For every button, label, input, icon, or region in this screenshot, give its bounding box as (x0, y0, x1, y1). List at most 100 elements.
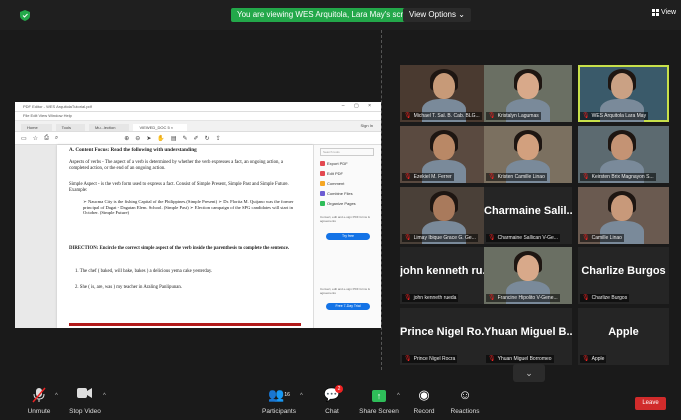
star-icon[interactable]: ☆ (33, 135, 38, 142)
participant-tile[interactable]: john kenneth ru... 🎙 john kenneth rueda (400, 247, 488, 304)
participant-name: Prince Nigel Rocra (413, 356, 456, 362)
reactions-button[interactable]: ☺ Reactions (440, 387, 490, 415)
combine-icon (320, 191, 325, 196)
leave-button[interactable]: Leave (635, 397, 666, 410)
participants-caret-icon[interactable]: ^ (300, 393, 303, 399)
participant-tile[interactable]: 🎙 WES Arquitola Lara May (578, 65, 669, 122)
export-pdf-icon (320, 161, 325, 166)
participant-face (517, 134, 539, 160)
participant-tile[interactable]: Yhuan Miguel B... 🎙 Yhuan Miguel Borromeo (484, 308, 572, 365)
participant-name-label: 🎙 Francine Hipolito V-Gene... (486, 294, 560, 302)
participant-display-name: Prince Nigel Ro... (400, 326, 488, 338)
audio-caret-icon[interactable]: ^ (55, 393, 58, 399)
participant-name: WES Arquitola Lara May (591, 113, 647, 119)
participant-tile[interactable]: 🎙 Limay Ibique Grace G. Ge... (400, 187, 488, 244)
print-icon[interactable]: ⎙ (44, 135, 49, 142)
doc-tab-home[interactable]: Home (21, 124, 52, 131)
participant-tile[interactable]: 🎙 Kristalyn Lagumas (484, 65, 572, 122)
tool-edit-pdf[interactable]: Edit PDF (320, 171, 343, 176)
organize-icon (320, 201, 325, 206)
highlight-icon[interactable]: ✐ (194, 135, 199, 142)
view-options-button[interactable]: View Options ⌄ (403, 8, 471, 22)
mic-muted-icon: 🎙 (582, 113, 590, 119)
participant-tile[interactable]: Apple 🎙 Apple (578, 308, 669, 365)
sign-in-link[interactable]: Sign In (361, 123, 373, 128)
mic-muted-icon: 🎙 (404, 235, 412, 241)
participant-tile[interactable]: 🎙 Ezekiel M. Ferrer (400, 126, 488, 183)
participant-name-label: 🎙 Kristalyn Lagumas (486, 112, 541, 120)
scroll-down-button[interactable]: ⌄ (513, 364, 545, 382)
participant-name: Charlize Burgos (591, 295, 628, 301)
doc-tab-file[interactable]: Mu...lection (89, 124, 130, 131)
promo-text-2: Convert, edit and e-sign PDF forms & agr… (320, 287, 370, 295)
page-up-icon[interactable]: ⊕ (124, 135, 129, 142)
participant-tile[interactable]: Charmaine Salil... 🎙 Charmaine Sallican V-… (484, 187, 572, 244)
share-screen-button[interactable]: ↑ Share Screen (354, 387, 404, 415)
mic-muted-icon: 🎙 (404, 295, 412, 301)
mic-muted-icon: 🎙 (404, 356, 412, 362)
top-bar: You are viewing WES Arquitola, Lara May'… (0, 0, 681, 30)
reactions-icon: ☺ (458, 387, 472, 402)
free-trial-button[interactable]: Free 7-Day Trial (326, 303, 370, 310)
participant-tile[interactable]: 🎙 Keirsten Brix Magnayon S... (578, 126, 669, 183)
tool-comment[interactable]: Comment (320, 181, 344, 186)
participant-name: Camille Linao (591, 235, 622, 241)
tools-search-input[interactable]: Search tools (320, 148, 374, 156)
participant-tile[interactable]: 🎙 Camille Linao (578, 187, 669, 244)
video-caret-icon[interactable]: ^ (103, 393, 106, 399)
pen-icon[interactable]: ✎ (183, 135, 188, 142)
participant-name: Michael T. Sal. B. Cab. BLG... (413, 113, 480, 119)
chat-button[interactable]: 💬 2 Chat (307, 385, 357, 415)
participant-name-label: 🎙 Michael T. Sal. B. Cab. BLG... (402, 112, 482, 120)
panel-splitter[interactable] (381, 30, 385, 370)
rotate-icon[interactable]: ↻ (205, 135, 210, 142)
page-down-icon[interactable]: ⊖ (135, 135, 140, 142)
cursor-icon[interactable]: ➤ (146, 135, 151, 142)
participant-name-label: 🎙 Apple (580, 355, 607, 363)
participant-name: john kenneth rueda (413, 295, 457, 301)
tool-export-pdf[interactable]: Export PDF (320, 161, 348, 166)
doc-viewport[interactable]: A. Content Focus: Read the following wit… (15, 145, 381, 328)
grid-view-icon (652, 9, 659, 16)
participant-face (517, 73, 539, 99)
section-heading: A. Content Focus: Read the following wit… (69, 147, 197, 153)
doc-toolbar: ▭ ☆ ⎙ ⌕ ⊕ ⊖ ➤ ✋ ▤ ✎ ✐ ↻ ⇪ (15, 132, 381, 145)
view-button[interactable]: View (652, 9, 676, 16)
participant-tile[interactable]: 🎙 Kristen Camille Linao (484, 126, 572, 183)
participant-name-label: 🎙 Limay Ibique Grace G. Ge... (402, 234, 478, 242)
simple-aspect-paragraph: Simple Aspect - is the verb form used to… (69, 182, 289, 193)
unmute-button[interactable]: Unmute (14, 387, 64, 415)
doc-window-titlebar: PDF Editor - WES ArquitolaTutorial.pdf –… (15, 102, 381, 112)
hand-icon[interactable]: ✋ (157, 135, 164, 142)
shared-screen[interactable]: PDF Editor - WES ArquitolaTutorial.pdf –… (15, 102, 381, 328)
participant-face (433, 195, 455, 221)
doc-menu-bar[interactable]: File Edit View Window Help (15, 112, 381, 121)
participant-tile[interactable]: Prince Nigel Ro... 🎙 Prince Nigel Rocra (400, 308, 488, 365)
zoom-icon[interactable]: ⌕ (55, 135, 58, 142)
participant-tile[interactable]: Charlize Burgos 🎙 Charlize Burgos (578, 247, 669, 304)
mic-muted-icon: 🎙 (582, 174, 590, 180)
participants-button[interactable]: 👥16 Participants (254, 387, 304, 415)
aspects-paragraph: Aspects of verbs - The aspect of a verb … (69, 160, 283, 171)
comment-icon[interactable]: ▤ (171, 135, 177, 142)
participant-name: Keirsten Brix Magnayon S... (591, 174, 654, 180)
chevron-down-icon: ⌄ (525, 368, 533, 378)
tool-organize[interactable]: Organize Pages (320, 201, 356, 206)
window-controls-icon[interactable]: – ▢ × (342, 102, 375, 111)
participant-tile[interactable]: 🎙 Francine Hipolito V-Gene... (484, 247, 572, 304)
participant-face (517, 255, 539, 281)
save-icon[interactable]: ▭ (21, 135, 27, 142)
try-free-button[interactable]: Try free (326, 233, 370, 240)
doc-tab-tools[interactable]: Tools (55, 124, 86, 131)
shield-icon[interactable] (20, 10, 30, 21)
doc-tab-active[interactable]: VIEWED_DOC 5 × (133, 124, 188, 131)
stop-video-button[interactable]: Stop Video (60, 387, 110, 415)
participant-tile[interactable]: 🎙 Michael T. Sal. B. Cab. BLG... (400, 65, 488, 122)
page-divider (69, 323, 301, 326)
mic-muted-icon: 🎙 (582, 295, 590, 301)
tool-combine[interactable]: Combine Files (320, 191, 353, 196)
doc-tab-bar: Home Tools Mu...lection VIEWED_DOC 5 × S… (15, 121, 381, 132)
participant-name-label: 🎙 Kristen Camille Linao (486, 173, 547, 181)
chat-unread-badge: 2 (335, 385, 343, 393)
share-doc-icon[interactable]: ⇪ (216, 135, 221, 142)
